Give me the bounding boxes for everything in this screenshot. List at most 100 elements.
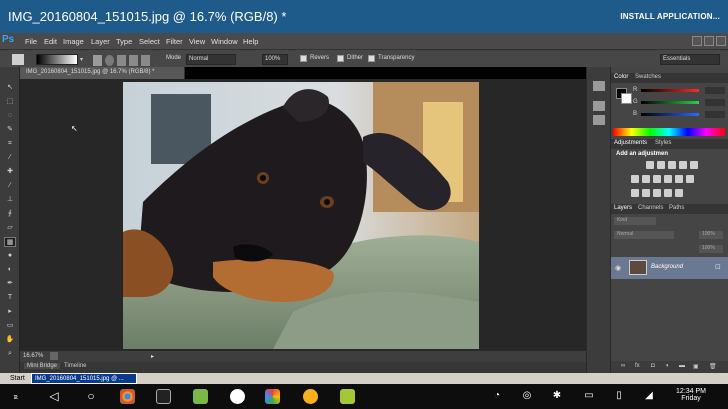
blue-slider[interactable] — [641, 113, 699, 116]
selective-color-icon[interactable] — [675, 189, 683, 197]
menu-image[interactable]: Image — [63, 37, 84, 46]
menu-layer[interactable]: Layer — [91, 37, 110, 46]
mode-select[interactable]: Normal — [186, 54, 236, 65]
curves-icon[interactable] — [668, 161, 676, 169]
layer-opacity-field[interactable]: 100% — [699, 231, 723, 239]
healing-brush-tool-icon[interactable]: ✚ — [4, 167, 16, 177]
eyedropper-tool-icon[interactable]: ⁄ — [4, 153, 16, 163]
settings-icon[interactable]: ✱ — [548, 388, 566, 404]
tab-timeline[interactable]: Timeline — [64, 363, 86, 369]
menu-edit[interactable]: Edit — [44, 37, 57, 46]
opacity-field[interactable]: 100% — [262, 54, 288, 65]
menu-select[interactable]: Select — [139, 37, 160, 46]
move-tool-icon[interactable]: ↖ — [4, 83, 16, 93]
app-logo-icon[interactable]: ꭱ — [7, 388, 25, 404]
tab-paths[interactable]: Paths — [669, 205, 684, 211]
chevron-down-icon[interactable]: ▾ — [80, 56, 86, 67]
threshold-icon[interactable] — [653, 189, 661, 197]
tab-swatches[interactable]: Swatches — [635, 74, 661, 80]
back-icon[interactable]: ◁ — [45, 388, 63, 404]
diamond-gradient-icon[interactable] — [141, 55, 150, 66]
tab-styles[interactable]: Styles — [655, 140, 671, 146]
tab-mini-bridge[interactable]: Mini Bridge — [24, 363, 61, 369]
new-adjustment-icon[interactable]: ◑ — [665, 363, 669, 369]
menu-type[interactable]: Type — [116, 37, 132, 46]
menu-help[interactable]: Help — [243, 37, 258, 46]
black-white-icon[interactable] — [653, 175, 661, 183]
eraser-tool-icon[interactable]: ▱ — [4, 223, 16, 233]
google-icon[interactable] — [230, 389, 245, 404]
red-value-field[interactable] — [705, 87, 725, 94]
document-tab[interactable]: IMG_20160804_151015.jpg @ 16.7% (RGB/8) … — [20, 67, 185, 79]
keyboard-icon[interactable]: ▭ — [580, 388, 598, 404]
gradient-map-icon[interactable] — [664, 189, 672, 197]
levels-icon[interactable] — [657, 161, 665, 169]
home-icon[interactable]: ○ — [82, 388, 100, 404]
green-slider[interactable] — [641, 101, 699, 104]
dither-checkbox[interactable] — [337, 55, 344, 62]
gradient-tool-icon[interactable] — [12, 54, 24, 65]
clock[interactable]: 12:34 PM Friday — [676, 388, 706, 402]
close-button[interactable] — [716, 36, 726, 46]
link-layers-icon[interactable]: ∞ — [621, 363, 625, 369]
menu-window[interactable]: Window — [211, 37, 238, 46]
history-brush-tool-icon[interactable]: ∮ — [4, 209, 16, 219]
android-icon[interactable] — [340, 389, 355, 404]
linear-gradient-icon[interactable] — [93, 55, 102, 66]
new-group-icon[interactable]: ▬ — [679, 363, 685, 369]
brush-tool-icon[interactable]: ∕ — [4, 181, 16, 191]
workspace-select[interactable]: Essentials — [660, 54, 720, 65]
color-spectrum-bar[interactable] — [613, 128, 725, 136]
play-store-icon[interactable] — [156, 389, 171, 404]
posterize-icon[interactable] — [642, 189, 650, 197]
info-panel-icon[interactable] — [593, 115, 605, 125]
gradient-tool-icon[interactable]: ▦ — [4, 237, 16, 247]
history-panel-icon[interactable] — [593, 81, 605, 91]
lasso-tool-icon[interactable]: ◌ — [4, 111, 16, 121]
clone-stamp-tool-icon[interactable]: ⊥ — [4, 195, 16, 205]
maximize-button[interactable] — [704, 36, 714, 46]
layer-row-background[interactable]: ◉ Background ⊡ — [611, 257, 728, 279]
dodge-tool-icon[interactable]: ◐ — [4, 265, 16, 275]
app-icon-yellow[interactable] — [303, 389, 318, 404]
angle-gradient-icon[interactable] — [117, 55, 126, 66]
speed-icon[interactable]: ◔ — [488, 388, 506, 404]
channel-mixer-icon[interactable] — [675, 175, 683, 183]
tab-layers[interactable]: Layers — [614, 205, 632, 211]
exposure-icon[interactable] — [679, 161, 687, 169]
eye-icon[interactable]: ◉ — [615, 264, 621, 272]
background-color-swatch[interactable] — [621, 93, 632, 104]
menu-file[interactable]: File — [25, 37, 37, 46]
transparency-checkbox[interactable] — [368, 55, 375, 62]
status-info-icon[interactable] — [50, 352, 58, 360]
marquee-tool-icon[interactable]: ⬚ — [4, 97, 16, 107]
menu-view[interactable]: View — [189, 37, 205, 46]
zoom-level[interactable]: 16.67% — [23, 353, 43, 359]
brightness-icon[interactable] — [646, 161, 654, 169]
install-application-button[interactable]: INSTALL APPLICATION... — [620, 12, 720, 21]
wifi-icon[interactable]: ◎ — [518, 388, 536, 404]
quick-select-tool-icon[interactable]: ✎ — [4, 125, 16, 135]
tab-adjustments[interactable]: Adjustments — [614, 140, 647, 146]
add-mask-icon[interactable]: ◘ — [651, 363, 655, 369]
layer-fill-field[interactable]: 100% — [699, 245, 723, 253]
gradient-picker[interactable] — [36, 54, 78, 65]
taskbar-item-photoshop[interactable]: IMG_20160804_151015.jpg @ ... — [31, 373, 137, 384]
layer-name[interactable]: Background — [651, 264, 683, 270]
tab-color[interactable]: Color — [614, 74, 628, 80]
delete-layer-icon[interactable]: 🗑 — [709, 363, 717, 370]
minimize-button[interactable] — [692, 36, 702, 46]
shape-tool-icon[interactable]: ▭ — [4, 321, 16, 331]
signal-icon[interactable]: ◢ — [640, 388, 658, 404]
photos-icon[interactable] — [265, 389, 280, 404]
properties-panel-icon[interactable] — [593, 101, 605, 111]
blur-tool-icon[interactable]: ● — [4, 251, 16, 261]
scroll-right-icon[interactable]: ▸ — [151, 353, 154, 360]
crop-tool-icon[interactable]: ⌗ — [4, 139, 16, 149]
files-icon[interactable] — [193, 389, 208, 404]
reverse-checkbox[interactable] — [300, 55, 307, 62]
layer-style-icon[interactable]: fx — [635, 363, 640, 369]
photo-filter-icon[interactable] — [664, 175, 672, 183]
battery-icon[interactable]: ▯ — [610, 388, 628, 404]
hand-tool-icon[interactable]: ✋ — [4, 335, 16, 345]
